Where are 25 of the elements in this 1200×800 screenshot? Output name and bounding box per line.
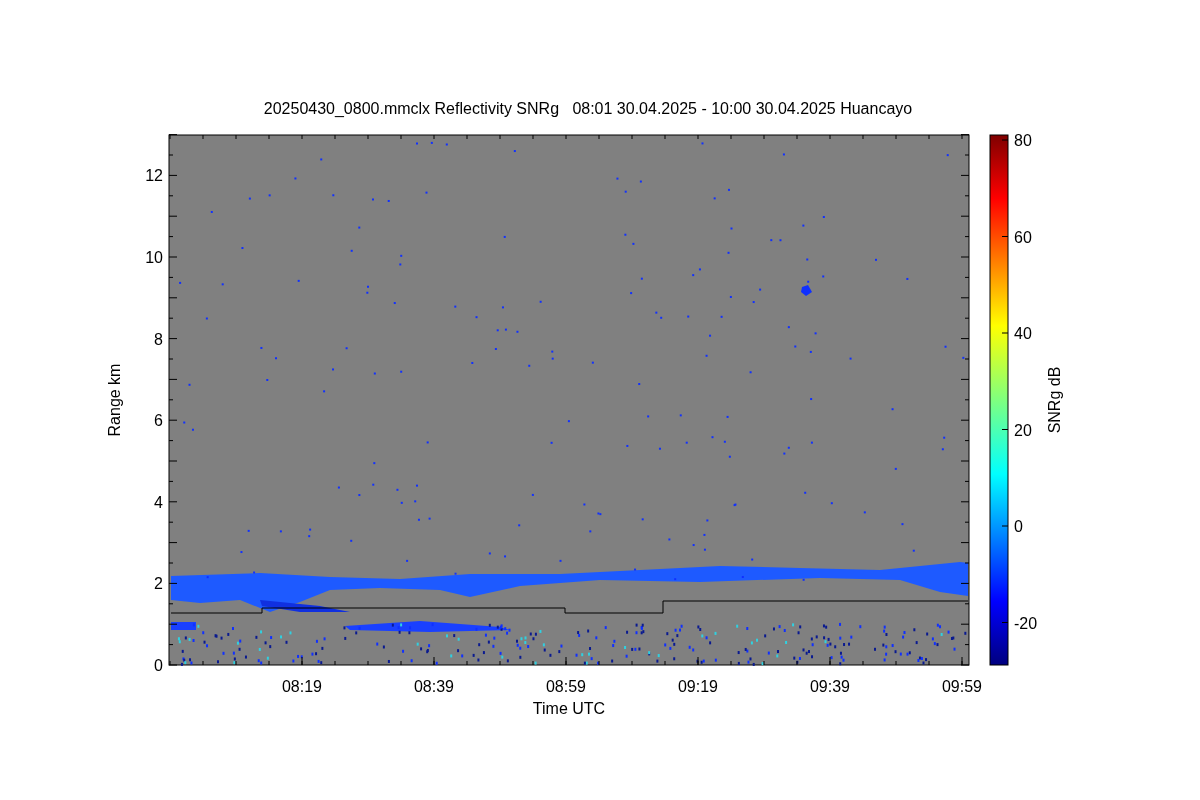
low-echo-patch (171, 622, 196, 630)
y-tick-label: 4 (154, 493, 163, 511)
y-tick-label: 8 (154, 330, 163, 348)
y-tick-label: 6 (154, 412, 163, 430)
colorbar-tick-label: 40 (1014, 325, 1032, 342)
y-tick-label: 10 (145, 249, 163, 266)
x-axis-label: Time UTC (532, 700, 606, 717)
y-tick-label: 2 (154, 575, 163, 593)
x-tick-label: 09:59 (942, 678, 982, 695)
colorbar-tick-label: 80 (1014, 132, 1032, 149)
colorbar-tick-label: 20 (1014, 421, 1032, 439)
x-tick-label: 09:39 (810, 678, 850, 695)
x-tick-label: 08:19 (282, 678, 322, 695)
colorbar-tick-label: 0 (1014, 518, 1023, 535)
echo-blob (801, 285, 812, 296)
x-tick-label: 08:59 (546, 678, 586, 695)
colorbar-label: SNRg dB (1046, 366, 1063, 434)
colorbar-tick-label: -20 (1014, 614, 1038, 632)
chart-title: 20250430_0800.mmclx Reflectivity SNRg 08:01 30.04.2025 - 10:00 30.04.2025 Huancayo (263, 100, 913, 117)
x-tick-label: 08:39 (414, 678, 454, 695)
y-axis-label: Range km (106, 363, 123, 437)
y-tick-label: 12 (145, 167, 163, 185)
y-tick-label: 0 (154, 657, 163, 674)
colorbar-tick-label: 60 (1014, 228, 1032, 246)
x-tick-label: 09:19 (678, 678, 718, 695)
